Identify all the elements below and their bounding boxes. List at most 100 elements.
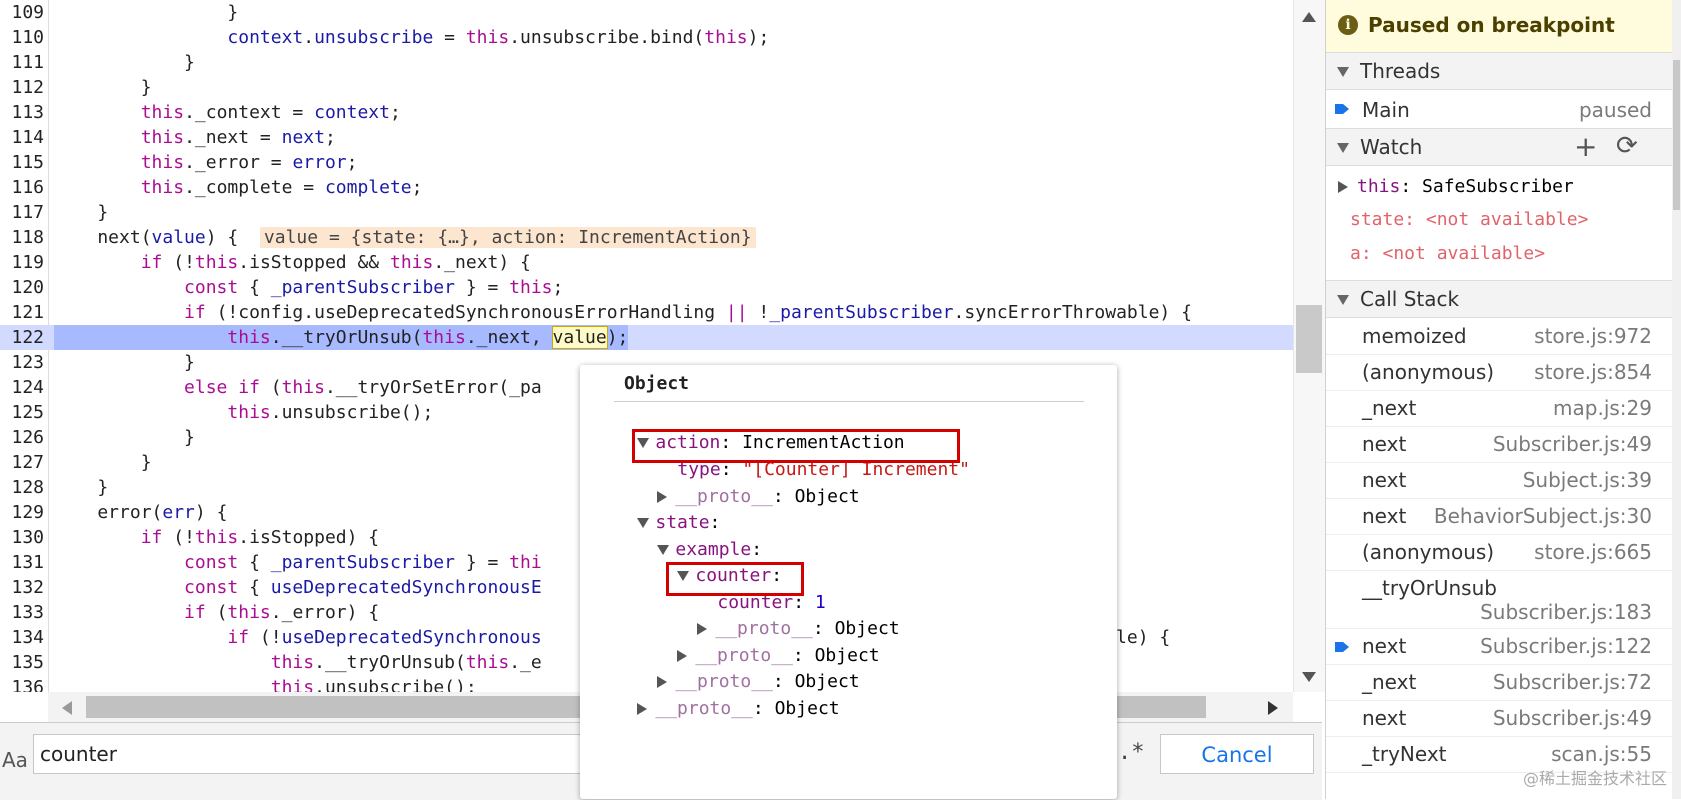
frame-location: Subscriber.js:72 — [1492, 670, 1652, 694]
line-number[interactable]: 117 — [0, 200, 44, 225]
code-line[interactable]: 115 this._error = error; — [0, 150, 1293, 175]
collapsed-triangle-icon[interactable] — [1338, 181, 1348, 193]
line-number[interactable]: 124 — [0, 375, 44, 400]
line-number[interactable]: 112 — [0, 75, 44, 100]
line-number[interactable]: 120 — [0, 275, 44, 300]
code-text: } — [54, 352, 195, 373]
code-text: } — [54, 202, 109, 223]
call-frame[interactable]: next BehaviorSubject.js:30 — [1326, 498, 1681, 535]
code-text: if (!this.isStopped && this._next) { — [140, 252, 531, 273]
line-number[interactable]: 131 — [0, 550, 44, 575]
line-number[interactable]: 130 — [0, 525, 44, 550]
tree-node-counter[interactable]: counter: — [634, 537, 782, 586]
add-watch-icon[interactable]: + — [1574, 130, 1597, 163]
frame-location: BehaviorSubject.js:30 — [1433, 504, 1652, 528]
tree-node-proto[interactable]: __proto__: Object — [594, 670, 840, 719]
call-frame[interactable]: next Subject.js:39 — [1326, 462, 1681, 499]
hovered-token[interactable]: value — [551, 326, 608, 349]
scroll-down-arrow-icon[interactable] — [1302, 672, 1316, 682]
line-number[interactable]: 114 — [0, 125, 44, 150]
code-line[interactable]: 114 this._next = next; — [0, 125, 1293, 150]
watch-item[interactable]: a: <not available> — [1326, 243, 1681, 278]
line-number[interactable]: 136 — [0, 675, 44, 692]
watch-item[interactable]: state: <not available> — [1326, 209, 1681, 244]
line-number[interactable]: 111 — [0, 50, 44, 75]
editor-vertical-scroll-thumb[interactable] — [1296, 305, 1322, 373]
tree-node-action[interactable]: action: IncrementAction — [594, 404, 905, 453]
line-number[interactable]: 132 — [0, 575, 44, 600]
call-frame[interactable]: memoized store.js:972 — [1326, 318, 1681, 355]
thread-row-main[interactable]: Main paused — [1326, 90, 1681, 128]
tree-node-state[interactable]: state: — [594, 484, 720, 533]
frame-name: next — [1362, 432, 1407, 456]
line-number[interactable]: 127 — [0, 450, 44, 475]
code-line[interactable]: 110 context.unsubscribe = this.unsubscri… — [0, 25, 1293, 50]
cancel-button[interactable]: Cancel — [1160, 734, 1314, 774]
call-frame[interactable]: next Subscriber.js:49 — [1326, 426, 1681, 463]
call-frame[interactable]: next Subscriber.js:122 — [1326, 628, 1681, 665]
line-number[interactable]: 115 — [0, 150, 44, 175]
line-number[interactable]: 129 — [0, 500, 44, 525]
call-frame[interactable]: _next map.js:29 — [1326, 390, 1681, 427]
watch-section-header[interactable]: Watch + ⟳ — [1326, 128, 1681, 166]
scroll-left-arrow-icon[interactable] — [62, 701, 72, 715]
code-line[interactable]: 121 if (!config.useDeprecatedSynchronous… — [0, 300, 1293, 325]
line-number[interactable]: 110 — [0, 25, 44, 50]
code-line[interactable]: 118 next(value) { value = {state: {…}, a… — [0, 225, 1293, 250]
scroll-up-arrow-icon[interactable] — [1302, 12, 1316, 22]
scroll-right-arrow-icon[interactable] — [1268, 701, 1278, 715]
expanded-triangle-icon[interactable] — [1337, 143, 1349, 153]
match-case-icon[interactable]: Aa — [2, 748, 28, 772]
frame-name: next — [1362, 706, 1407, 730]
call-frame[interactable]: (anonymous) store.js:854 — [1326, 354, 1681, 391]
call-frame[interactable]: __tryOrUnsub Subscriber.js:183 — [1326, 570, 1681, 629]
code-line[interactable]: 109 } — [0, 0, 1293, 25]
tree-node-example[interactable]: example: — [614, 511, 762, 560]
line-number[interactable]: 121 — [0, 300, 44, 325]
code-text: const { _parentSubscriber } = thi — [184, 552, 542, 573]
line-number[interactable]: 119 — [0, 250, 44, 275]
watch-item-this[interactable]: this: SafeSubscriber — [1326, 176, 1681, 211]
regex-toggle-icon[interactable]: .* — [1118, 740, 1145, 765]
line-number[interactable]: 123 — [0, 350, 44, 375]
line-number[interactable]: 135 — [0, 650, 44, 675]
code-text: else if (this.__tryOrSetError(_pa — [184, 377, 542, 398]
threads-section-header[interactable]: Threads — [1326, 52, 1681, 90]
sidebar-scroll-thumb[interactable] — [1673, 60, 1680, 210]
current-frame-arrow-icon — [1335, 642, 1349, 652]
code-line[interactable]: 119 if (!this.isStopped && this._next) { — [0, 250, 1293, 275]
code-text: } — [54, 2, 239, 23]
line-number[interactable]: 118 — [0, 225, 44, 250]
expanded-triangle-icon[interactable] — [1337, 295, 1349, 305]
line-number[interactable]: 134 — [0, 625, 44, 650]
callstack-section-header[interactable]: Call Stack — [1326, 280, 1681, 318]
line-number[interactable]: 116 — [0, 175, 44, 200]
frame-name: _next — [1362, 670, 1417, 694]
code-line-current[interactable]: 122 this.__tryOrUnsub(this._next, value)… — [0, 325, 1293, 350]
call-frame[interactable]: next Subscriber.js:49 — [1326, 700, 1681, 737]
tree-node-proto[interactable]: __proto__: Object — [634, 617, 880, 666]
code-line[interactable]: 113 this._context = context; — [0, 100, 1293, 125]
line-number[interactable]: 122 — [0, 325, 44, 350]
line-number[interactable]: 113 — [0, 100, 44, 125]
collapsed-triangle-icon[interactable] — [637, 703, 648, 715]
line-number[interactable]: 109 — [0, 0, 44, 25]
line-number[interactable]: 133 — [0, 600, 44, 625]
code-line[interactable]: 112 } — [0, 75, 1293, 100]
frame-name: next — [1362, 634, 1407, 658]
code-text: } — [54, 452, 152, 473]
refresh-watch-icon[interactable]: ⟳ — [1616, 131, 1638, 161]
code-line[interactable]: 116 this._complete = complete; — [0, 175, 1293, 200]
line-number[interactable]: 125 — [0, 400, 44, 425]
frame-location: store.js:854 — [1534, 360, 1652, 384]
code-line[interactable]: 111 } — [0, 50, 1293, 75]
line-number[interactable]: 126 — [0, 425, 44, 450]
expanded-triangle-icon[interactable] — [1337, 67, 1349, 77]
code-line[interactable]: 120 const { _parentSubscriber } = this; — [0, 275, 1293, 300]
code-line[interactable]: 117 } — [0, 200, 1293, 225]
frame-name: memoized — [1362, 324, 1467, 348]
call-frame[interactable]: _next Subscriber.js:72 — [1326, 664, 1681, 701]
tree-node-proto[interactable]: __proto__: Object — [614, 643, 860, 692]
line-number[interactable]: 128 — [0, 475, 44, 500]
call-frame[interactable]: (anonymous) store.js:665 — [1326, 534, 1681, 571]
